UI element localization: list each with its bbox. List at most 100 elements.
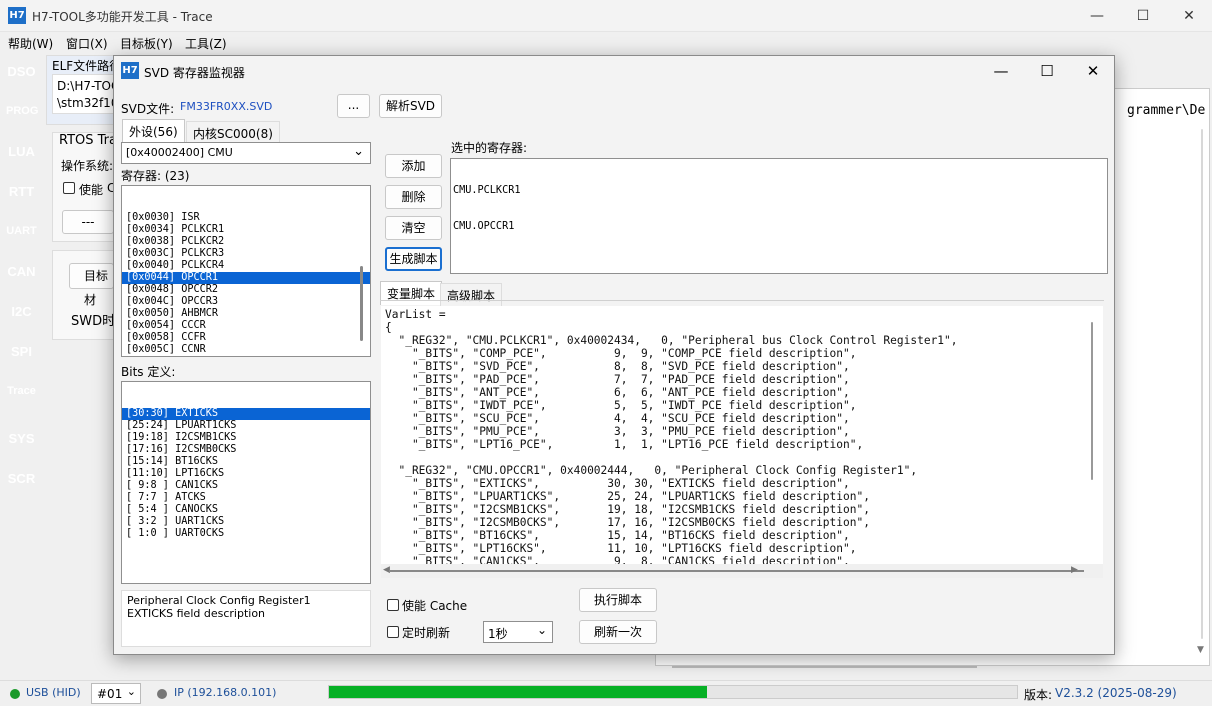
registers-list[interactable]: [0x0030] ISR [0x0034] PCLKCR1 [0x0038] PCL…	[121, 185, 371, 357]
script-line: "_REG32", "CMU.PCLKCR1", 0x40002434, 0, …	[385, 334, 958, 347]
elf-path-line2: \stm32f10	[57, 96, 119, 110]
bit-field-item[interactable]: [ 5:4 ] CANOCKS	[122, 504, 370, 516]
usb-status-text: USB (HID)	[26, 686, 81, 699]
minimize-icon[interactable]: —	[1074, 0, 1120, 32]
clear-button[interactable]: 清空	[385, 216, 442, 240]
script-editor[interactable]: VarList ={ "_REG32", "CMU.PCLKCR1", 0x40…	[381, 306, 1103, 578]
register-item[interactable]: [0x0040] PCLKCR4	[122, 260, 370, 272]
bit-field-item[interactable]: [25:24] LPUART1CKS	[122, 420, 370, 432]
script-line: VarList =	[385, 308, 446, 321]
tab-advanced-script[interactable]: 高级脚本	[440, 283, 503, 307]
bit-field-item[interactable]: [19:18] I2CSMB1CKS	[122, 432, 370, 444]
register-item[interactable]: [0x0034] PCLKCR1	[122, 224, 370, 236]
timer-checkbox[interactable]	[387, 626, 399, 638]
browse-button[interactable]: ...	[337, 94, 370, 118]
sidebar-item-can[interactable]: CAN	[6, 256, 37, 287]
peripheral-select[interactable]: [0x40002400] CMU ⌄	[121, 142, 371, 164]
add-button[interactable]: 添加	[385, 154, 442, 178]
registers-scrollbar[interactable]	[360, 266, 363, 341]
right-scroll-down-icon[interactable]: ▼	[1197, 645, 1204, 655]
script-line: "_BITS", "LPT16_PCE", 1, 1, "LPT16_PCE f…	[385, 438, 864, 451]
swd-label: SWD时	[71, 314, 116, 329]
sidebar-item-prog[interactable]: PROG	[6, 96, 38, 127]
register-item[interactable]: [0x005C] CCNR	[122, 344, 370, 356]
port-select[interactable]: #01 ⌄	[91, 683, 141, 704]
sidebar-item-scr[interactable]: SCR	[6, 463, 37, 494]
usb-status-icon	[10, 689, 20, 699]
sidebar-item-spi[interactable]: SPI	[6, 336, 37, 367]
register-item[interactable]: [0x003C] PCLKCR3	[122, 248, 370, 260]
menu-help[interactable]: 帮助(W)	[8, 35, 53, 52]
script-line	[385, 451, 958, 464]
cache-checkbox[interactable]	[387, 599, 399, 611]
right-scrollbar[interactable]	[1201, 129, 1203, 639]
menu-target[interactable]: 目标板(Y)	[120, 35, 173, 52]
bits-list[interactable]: [30:30] EXTICKS [25:24] LPUART1CKS [19:18]…	[121, 381, 371, 584]
register-item[interactable]: [0x004C] OPCCR3	[122, 296, 370, 308]
bit-field-item[interactable]: [17:16] I2CSMB0CKS	[122, 444, 370, 456]
selected-registers-box[interactable]: CMU.PCLKCR1 CMU.OPCCR1	[450, 158, 1108, 274]
elf-path-line1: D:\H7-TOO	[57, 79, 121, 93]
sidebar-item-dso[interactable]: DSO	[6, 56, 37, 87]
dialog-minimize-icon[interactable]: —	[978, 56, 1024, 86]
bg-dash-button[interactable]: ---	[62, 210, 114, 234]
bg-target-button[interactable]: 目标材	[69, 263, 114, 307]
interval-chevron-icon: ⌄	[536, 623, 547, 637]
menu-window[interactable]: 窗口(X)	[66, 35, 108, 52]
refresh-once-button[interactable]: 刷新一次	[579, 620, 657, 644]
parse-svd-button[interactable]: 解析SVD	[379, 94, 442, 118]
generate-script-button[interactable]: 生成脚本	[385, 247, 442, 271]
sidebar-item-lua[interactable]: LUA	[6, 136, 37, 167]
script-line: "_BITS", "LPT16CKS", 11, 10, "LPT16CKS f…	[385, 542, 857, 555]
script-hscrollbar[interactable]: ◀ ▶	[381, 564, 1103, 578]
register-item[interactable]: [0x0044] OPCCR1	[122, 272, 370, 284]
script-line: "_BITS", "SCU_PCE", 4, 4, "SCU_PCE field…	[385, 412, 850, 425]
register-item[interactable]: [0x0054] CCCR	[122, 320, 370, 332]
bit-field-item[interactable]: [15:14] BT16CKS	[122, 456, 370, 468]
sidebar-item-trace[interactable]: Trace	[6, 376, 37, 407]
menu-tools[interactable]: 工具(Z)	[185, 35, 227, 52]
register-item[interactable]: [0x0038] PCLKCR2	[122, 236, 370, 248]
svd-file-name: FM33FR0XX.SVD	[180, 100, 273, 113]
selected-register-item[interactable]: CMU.OPCCR1	[453, 221, 1105, 233]
register-item[interactable]: [0x0050] AHBMCR	[122, 308, 370, 320]
run-script-button[interactable]: 执行脚本	[579, 588, 657, 612]
script-vscrollbar[interactable]	[1091, 322, 1093, 480]
bit-field-item[interactable]: [30:30] EXTICKS	[122, 408, 370, 420]
bit-field-item[interactable]: [ 9:8 ] CAN1CKS	[122, 480, 370, 492]
delete-button[interactable]: 删除	[385, 185, 442, 209]
script-line: "_BITS", "ANT_PCE", 6, 6, "ANT_PCE field…	[385, 386, 850, 399]
register-item[interactable]: [0x0060] CCISR	[122, 356, 370, 357]
script-line: "_BITS", "PAD_PCE", 7, 7, "PAD_PCE field…	[385, 373, 850, 386]
sidebar-item-sys[interactable]: SYS	[6, 423, 37, 454]
script-hscroll-thumb[interactable]	[389, 570, 1084, 572]
dialog-close-icon[interactable]: ✕	[1070, 56, 1116, 86]
bit-field-item[interactable]: [ 3:2 ] UART1CKS	[122, 516, 370, 528]
bg-enable-checkbox[interactable]	[63, 182, 75, 194]
bit-field-item[interactable]: [ 1:0 ] UART0CKS	[122, 528, 370, 540]
register-item[interactable]: [0x0058] CCFR	[122, 332, 370, 344]
register-item[interactable]: [0x0030] ISR	[122, 212, 370, 224]
script-line: {	[385, 321, 392, 334]
maximize-icon[interactable]: ☐	[1120, 0, 1166, 32]
dialog-title-bar: H7 SVD 寄存器监视器 — ☐ ✕	[114, 56, 1114, 88]
selected-register-item[interactable]: CMU.PCLKCR1	[453, 185, 1105, 197]
menu-bar: 帮助(W) 窗口(X) 目标板(Y) 工具(Z)	[0, 32, 1212, 54]
scroll-right-icon[interactable]: ▶	[1071, 565, 1078, 575]
right-hscrollbar[interactable]	[672, 666, 977, 668]
bit-field-item[interactable]: [ 7:7 ] ATCKS	[122, 492, 370, 504]
close-icon[interactable]: ✕	[1166, 0, 1212, 32]
sidebar-item-uart[interactable]: UART	[6, 216, 37, 247]
progress-fill	[329, 686, 708, 698]
bit-field-item[interactable]: [11:10] LPT16CKS	[122, 468, 370, 480]
dialog-maximize-icon[interactable]: ☐	[1024, 56, 1070, 86]
bg-enable-label: 使能	[79, 183, 104, 197]
interval-select[interactable]: 1秒 ⌄	[483, 621, 553, 643]
description-line2: EXTICKS field description	[127, 607, 266, 620]
sidebar-item-i2c[interactable]: I2C	[6, 296, 37, 327]
tab-peripherals[interactable]: 外设(56)	[122, 119, 185, 143]
app-logo-icon: H7	[8, 7, 26, 24]
register-item[interactable]: [0x0048] OPCCR2	[122, 284, 370, 296]
sidebar-item-rtt[interactable]: RTT	[6, 176, 37, 207]
tab-var-script[interactable]: 变量脚本	[380, 281, 443, 305]
